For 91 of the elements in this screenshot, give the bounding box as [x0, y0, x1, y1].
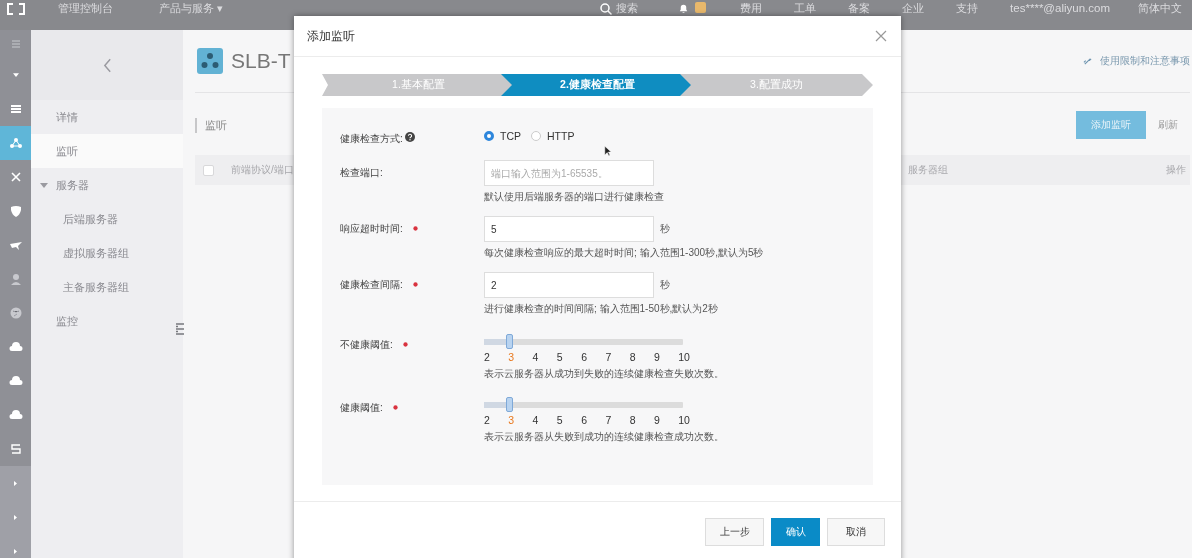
hint-text: 表示云服务器从成功到失败的连续健康检查失败次数。	[484, 367, 724, 381]
stack-icon	[8, 102, 23, 116]
tick-label: 6	[581, 351, 587, 363]
tick-label: 5	[556, 414, 563, 426]
logo-icon[interactable]	[6, 3, 26, 15]
notification-badge[interactable]	[695, 2, 707, 13]
field-label: 健康检查方式:	[340, 132, 403, 146]
tick-label: 2	[484, 414, 490, 426]
cursor-icon	[604, 145, 612, 157]
tick-label: 8	[629, 351, 636, 363]
hint-text: 进行健康检查的时间间隔; 输入范围1-50秒,默认为2秒	[484, 302, 718, 316]
collapse-handle-icon[interactable]	[176, 323, 184, 335]
sidebar-item[interactable]: 后端服务器	[31, 202, 183, 236]
input-field[interactable]: 5	[484, 216, 654, 242]
account-menu[interactable]: tes****@aliyun.com	[1010, 2, 1110, 15]
tick-label: 8	[629, 414, 636, 426]
hint-text: 表示云服务器从失败到成功的连续健康检查成功次数。	[484, 430, 724, 444]
back-icon[interactable]	[102, 57, 112, 73]
sidebar-item[interactable]: 监控	[31, 304, 183, 338]
tick-label: 3	[508, 414, 515, 426]
column-header: 服务器组	[908, 163, 948, 177]
nav-link[interactable]: 支持	[956, 2, 979, 15]
bell-icon[interactable]	[678, 3, 690, 14]
search-link[interactable]: 搜索	[616, 2, 639, 15]
slider[interactable]	[484, 336, 683, 348]
tick-label: 10	[678, 351, 690, 363]
caret-icon	[14, 514, 17, 520]
checkbox[interactable]	[203, 164, 214, 176]
cloud-icon	[8, 340, 23, 354]
cloud-icon	[8, 408, 23, 422]
tick-label: 10	[678, 414, 690, 426]
radio-option[interactable]: TCP	[484, 130, 521, 142]
unit-label: 秒	[660, 222, 670, 236]
notice-link[interactable]: 使用限制和注意事项	[1100, 54, 1190, 68]
page-title: SLB-T	[231, 49, 291, 73]
page-button[interactable]: 刷新	[1146, 111, 1190, 139]
globe-icon	[8, 306, 23, 320]
nav-link[interactable]: 企业	[902, 2, 925, 15]
cloud-icon	[8, 374, 23, 388]
input-field[interactable]: 端口输入范围为1-65535。	[484, 160, 654, 186]
tick-label: 5	[556, 351, 563, 363]
field-label: 健康阈值:	[340, 401, 383, 415]
slider[interactable]	[484, 399, 683, 411]
hint-text: 每次健康检查响应的最大超时时间; 输入范围1-300秒,默认为5秒	[484, 246, 764, 260]
caret-icon	[14, 480, 17, 486]
tick-label: 9	[653, 351, 660, 363]
column-header: 前端协议/端口	[231, 163, 294, 177]
sidebar-item[interactable]: 服务器	[31, 168, 183, 202]
search-icon[interactable]	[600, 3, 613, 15]
input-field[interactable]: 2	[484, 272, 654, 298]
sidebar-item[interactable]: 监听	[31, 134, 183, 168]
tick-label: 9	[653, 414, 660, 426]
section-title: 监听	[195, 117, 227, 133]
products-menu[interactable]: 产品与服务 ▾	[159, 2, 223, 15]
cross-icon	[8, 170, 23, 184]
page-button[interactable]: 添加监听	[1076, 111, 1146, 139]
tick-label: 7	[605, 351, 612, 363]
nav-link[interactable]: 工单	[794, 2, 817, 15]
help-icon[interactable]	[404, 132, 415, 142]
radio-option[interactable]: HTTP	[531, 130, 575, 142]
caret-icon	[14, 548, 17, 554]
nav-link[interactable]: 费用	[740, 2, 763, 15]
field-label: 检查端口:	[340, 166, 383, 180]
sidebar-item[interactable]: 虚拟服务器组	[31, 236, 183, 270]
field-label: 响应超时时间:	[340, 222, 403, 236]
field-label: 健康检查间隔:	[340, 278, 403, 292]
console-link[interactable]: 管理控制台	[58, 2, 113, 15]
load-balancer-icon	[197, 48, 223, 74]
tick-label: 4	[532, 414, 539, 426]
tick-label: 6	[581, 414, 587, 426]
tick-label: 7	[605, 414, 612, 426]
tick-label: 3	[508, 351, 515, 363]
sidebar-item[interactable]: 详情	[31, 100, 183, 134]
sidebar-item[interactable]: 主备服务器组	[31, 270, 183, 304]
language-menu[interactable]: 简体中文	[1138, 2, 1182, 15]
hint-text: 默认使用后端服务器的端口进行健康检查	[484, 190, 664, 204]
nav-link[interactable]: 备案	[848, 2, 871, 15]
s-shape-icon	[8, 442, 23, 456]
network-icon	[8, 136, 23, 150]
tick-label: 2	[484, 351, 490, 363]
field-label: 不健康阈值:	[340, 338, 393, 352]
close-icon[interactable]	[875, 30, 887, 42]
tick-label: 4	[532, 351, 539, 363]
dialog-button[interactable]: 取消	[827, 518, 885, 546]
column-header: 操作	[1166, 163, 1186, 177]
unit-label: 秒	[660, 278, 670, 292]
shield-icon	[8, 204, 23, 218]
dialog-title: 添加监听	[307, 27, 355, 45]
dialog-button[interactable]: 上一步	[705, 518, 764, 546]
dialog-button[interactable]: 确认	[771, 518, 820, 546]
caret-icon	[12, 73, 19, 77]
